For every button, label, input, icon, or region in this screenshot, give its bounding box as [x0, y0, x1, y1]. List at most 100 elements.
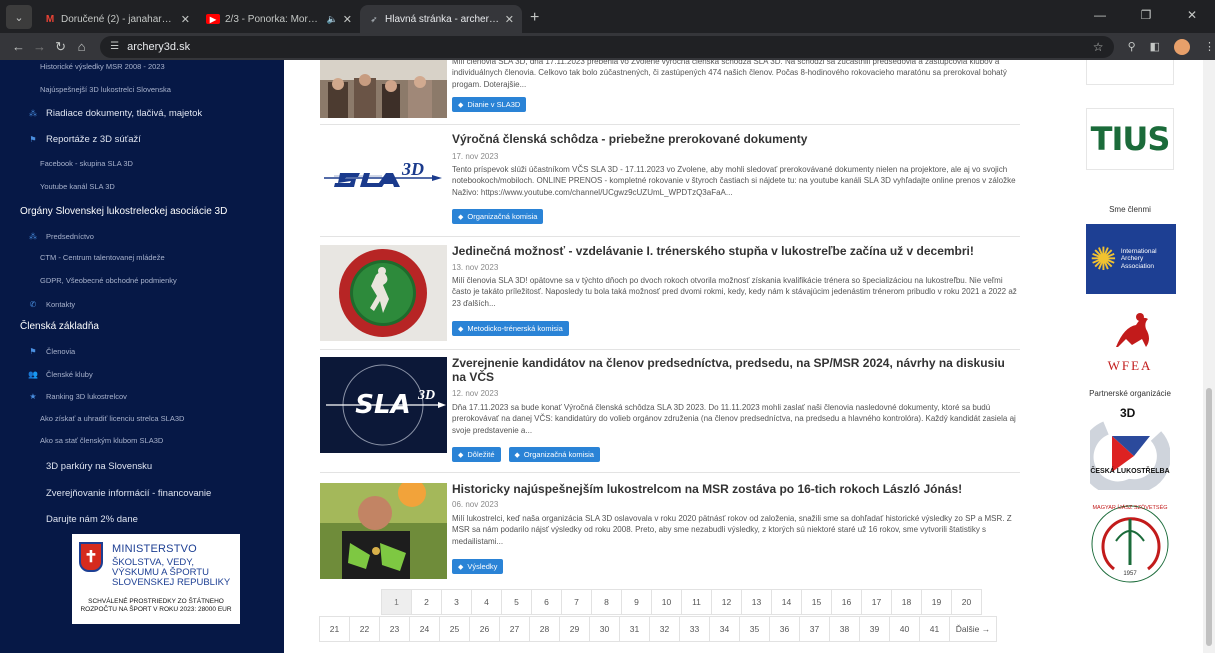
menu-kebab-icon[interactable]: ⋮ — [1204, 40, 1215, 53]
tab-search-icon[interactable]: ⌄ — [6, 5, 32, 29]
sidebar-item[interactable]: Darujte nám 2% dane — [46, 514, 138, 525]
pagination-page[interactable]: 32 — [649, 616, 680, 642]
pagination-page[interactable]: 30 — [589, 616, 620, 642]
sidebar-item[interactable]: ✆ Kontakty — [28, 299, 76, 309]
pagination-page[interactable]: 39 — [859, 616, 890, 642]
pagination-page[interactable]: 41 — [919, 616, 950, 642]
pagination-page[interactable]: 40 — [889, 616, 920, 642]
pagination-page[interactable]: 8 — [591, 589, 622, 615]
url-bar[interactable]: ☰ archery3d.sk ☆ — [100, 35, 1114, 58]
close-icon[interactable]: ✕ — [181, 13, 190, 26]
tag-link[interactable]: ◆ Organizačná komisia — [508, 447, 600, 462]
bookmark-star-icon[interactable]: ☆ — [1093, 40, 1104, 54]
pagination-page[interactable]: 13 — [741, 589, 772, 615]
tab-gmail[interactable]: M Doručené (2) - janaharabinova@ ✕ — [36, 5, 198, 33]
sidepanel-icon[interactable]: ◧ — [1150, 40, 1160, 53]
pagination-page[interactable]: 20 — [951, 589, 982, 615]
post-thumbnail[interactable] — [320, 245, 447, 341]
post-title[interactable]: Zverejnenie kandidátov na členov predsed… — [452, 356, 1020, 384]
pagination-page[interactable]: 12 — [711, 589, 742, 615]
pagination-next[interactable]: Ďalšie → — [949, 616, 997, 642]
tag-link[interactable]: ◆ Metodicko-trénerská komisia — [452, 321, 569, 336]
pagination-page[interactable]: 3 — [441, 589, 472, 615]
minimize-icon[interactable]: — — [1077, 0, 1123, 30]
tag-link[interactable]: ◆ Organizačná komisia — [452, 209, 544, 224]
sidebar-item[interactable]: ⚑ Reportáže z 3D súťaží — [28, 134, 141, 145]
pagination-page[interactable]: 6 — [531, 589, 562, 615]
pagination-page[interactable]: 19 — [921, 589, 952, 615]
close-icon[interactable]: ✕ — [343, 13, 352, 26]
pagination-page[interactable]: 27 — [499, 616, 530, 642]
pagination-page[interactable]: 1 — [381, 589, 412, 615]
reload-icon[interactable]: ↻ — [50, 39, 71, 55]
tius-logo[interactable]: TIUS — [1086, 108, 1174, 170]
sidebar-item[interactable]: Facebook - skupina SLA 3D — [40, 159, 133, 168]
post-thumbnail[interactable] — [320, 483, 447, 579]
sidebar-section-title[interactable]: Členská základňa — [20, 321, 99, 332]
pagination-page[interactable]: 14 — [771, 589, 802, 615]
tab-youtube[interactable]: ▶ 2/3 - Ponorka: Morský vlk ( 🔈 ✕ — [198, 5, 360, 33]
czech-archery-logo[interactable]: 3D ČESKÁ LUKOSTŘELBA — [1079, 406, 1171, 496]
pagination-page[interactable]: 21 — [319, 616, 350, 642]
pagination-page[interactable]: 2 — [411, 589, 442, 615]
pagination-page[interactable]: 31 — [619, 616, 650, 642]
sidebar-item[interactable]: Youtube kanál SLA 3D — [40, 182, 115, 191]
pagination-page[interactable]: 33 — [679, 616, 710, 642]
scrollbar-thumb[interactable] — [1206, 388, 1212, 646]
restore-icon[interactable]: ❐ — [1123, 0, 1169, 30]
pagination-page[interactable]: 36 — [769, 616, 800, 642]
pagination-page[interactable]: 37 — [799, 616, 830, 642]
pagination-page[interactable]: 5 — [501, 589, 532, 615]
pagination-page[interactable]: 11 — [681, 589, 712, 615]
forward-icon[interactable]: → — [29, 39, 50, 54]
tag-link[interactable]: ◆ Výsledky — [452, 559, 504, 574]
pagination-page[interactable]: 25 — [439, 616, 470, 642]
pagination-page[interactable]: 28 — [529, 616, 560, 642]
sidebar-item[interactable]: Najúspešnejší 3D lukostrelci Slovenska — [40, 85, 171, 94]
close-window-icon[interactable]: ✕ — [1169, 0, 1215, 30]
pagination-page[interactable]: 9 — [621, 589, 652, 615]
post-thumbnail[interactable] — [320, 60, 447, 118]
post-thumbnail[interactable]: 3D — [320, 147, 447, 207]
pagination-page[interactable]: 26 — [469, 616, 500, 642]
sidebar-item[interactable]: GDPR, Všeobecné obchodné podmienky — [40, 276, 177, 285]
sidebar-item[interactable]: ⁂ Predsedníctvo — [28, 231, 94, 241]
pagination-page[interactable]: 16 — [831, 589, 862, 615]
new-tab-icon[interactable]: + — [522, 9, 547, 33]
tag-link[interactable]: ◆ Dôležité — [452, 447, 501, 462]
profile-avatar[interactable] — [1174, 38, 1191, 55]
sidebar-item[interactable]: Historické výsledky MSR 2008 - 2023 — [40, 62, 165, 71]
sidebar-item[interactable]: Zverejňovanie informácií - financovanie — [46, 488, 211, 499]
pagination-page[interactable]: 29 — [559, 616, 590, 642]
sidebar-item[interactable]: Ako získať a uhradiť licenciu strelca SL… — [40, 414, 184, 423]
page-scrollbar[interactable] — [1203, 60, 1215, 653]
sidebar-item[interactable]: Ako sa stať členským klubom SLA3D — [40, 436, 163, 445]
post-thumbnail[interactable]: SLA 3D — [320, 357, 447, 453]
ministry-banner[interactable]: ✝ MINISTERSTVO ŠKOLSTVA, VEDY, VÝSKUMU A… — [72, 534, 240, 624]
sidebar-item[interactable]: 3D parkúry na Slovensku — [46, 461, 152, 472]
tag-link[interactable]: ◆ Dianie v SLA3D — [452, 97, 527, 112]
post-title[interactable]: Výročná členská schôdza - priebežne prer… — [452, 132, 1020, 146]
speaker-icon[interactable]: 🔈 — [327, 14, 338, 25]
extensions-icon[interactable]: ⚲ — [1128, 40, 1136, 53]
pagination-page[interactable]: 10 — [651, 589, 682, 615]
pagination-page[interactable]: 4 — [471, 589, 502, 615]
pagination-page[interactable]: 7 — [561, 589, 592, 615]
site-info-icon[interactable]: ☰ — [110, 41, 119, 52]
sidebar-item[interactable]: 👥 Členské kluby — [28, 369, 93, 379]
sidebar-item[interactable]: ★ Ranking 3D lukostrelcov — [28, 391, 126, 401]
back-icon[interactable]: ← — [8, 39, 29, 54]
sidebar-section-title[interactable]: Orgány Slovenskej lukostreleckej asociác… — [20, 206, 227, 217]
pagination-page[interactable]: 34 — [709, 616, 740, 642]
sidebar-item[interactable]: ⚑ Členovia — [28, 346, 75, 356]
pagination-page[interactable]: 38 — [829, 616, 860, 642]
tab-archery[interactable]: ➶ Hlavná stránka - archery3d.sk ✕ — [360, 5, 522, 33]
hungarian-archery-logo[interactable]: MAGYAR ÍJÁSZ SZÖVETSÉG 1957 — [1086, 503, 1174, 585]
sidebar-item[interactable]: CTM - Centrum talentovanej mládeže — [40, 253, 165, 262]
international-archery-logo[interactable]: ✺ International Archery Association — [1086, 224, 1176, 294]
pagination-page[interactable]: 18 — [891, 589, 922, 615]
home-icon[interactable]: ⌂ — [71, 39, 92, 54]
close-icon[interactable]: ✕ — [505, 13, 514, 26]
pagination-page[interactable]: 17 — [861, 589, 892, 615]
pagination-page[interactable]: 24 — [409, 616, 440, 642]
